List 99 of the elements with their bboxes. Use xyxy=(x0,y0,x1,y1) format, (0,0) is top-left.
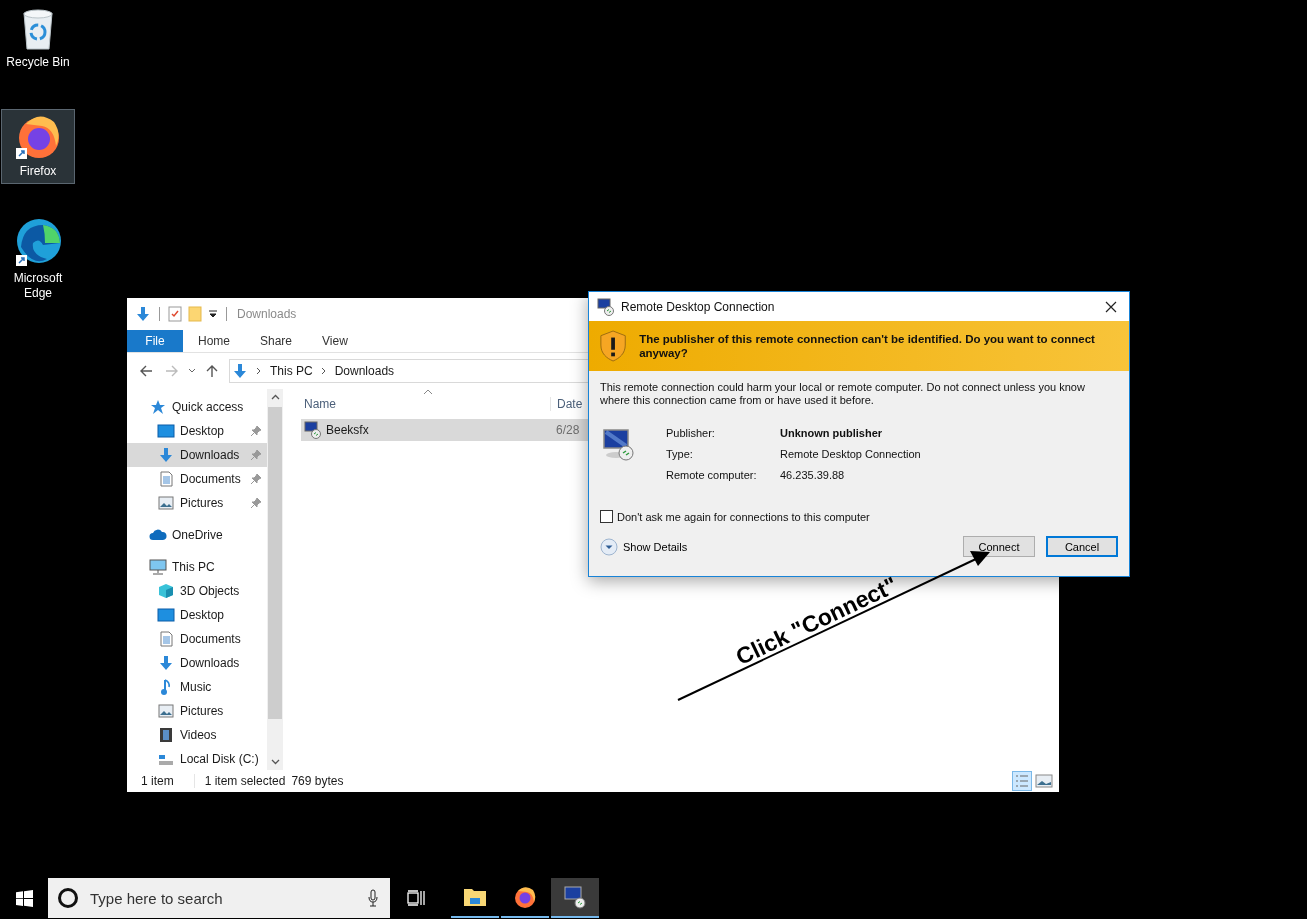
warning-message: This remote connection could harm your local or remote computer. Do not connect unless you know where this connection came from or have used it before. xyxy=(600,381,1086,407)
detail-value: Unknown publisher xyxy=(780,427,884,440)
show-details-button[interactable]: Show Details xyxy=(600,537,688,556)
dialog-button[interactable]: Cancel xyxy=(1046,536,1118,557)
nav-item[interactable]: 3D Objects xyxy=(127,579,267,603)
back-icon[interactable] xyxy=(139,364,153,378)
checkbox[interactable] xyxy=(600,510,613,523)
nav-item[interactable]: Desktop xyxy=(127,419,267,443)
remote-desktop-taskbar-button[interactable] xyxy=(551,878,599,918)
nav-item[interactable]: Quick access xyxy=(127,395,267,419)
desktop-shortcut[interactable]: Firefox xyxy=(1,109,75,184)
shortcut-label: Firefox xyxy=(19,164,57,179)
film-icon xyxy=(159,727,173,743)
search-bar[interactable]: Type here to search xyxy=(48,878,390,918)
breadcrumb-item[interactable]: Downloads xyxy=(334,364,395,378)
pin-icon xyxy=(250,425,262,437)
dropdown-icon[interactable] xyxy=(208,309,218,319)
detail-value: 46.235.39.88 xyxy=(780,469,846,482)
sort-caret-icon xyxy=(423,389,433,395)
remote-desktop-icon xyxy=(597,297,615,316)
computer-icon xyxy=(149,559,167,575)
warning-shield-icon xyxy=(599,329,628,363)
nav-item[interactable]: Downloads xyxy=(127,651,267,675)
desktop-shortcut[interactable]: Recycle Bin xyxy=(1,4,75,75)
picture-icon xyxy=(158,704,174,718)
desktop-icon xyxy=(157,608,175,622)
music-note-icon xyxy=(160,679,172,695)
nav-item[interactable]: Videos xyxy=(127,723,267,747)
nav-item[interactable]: Desktop xyxy=(127,603,267,627)
column-header[interactable]: Name xyxy=(301,397,551,411)
selection-status: 1 item selected xyxy=(204,774,286,788)
star-icon xyxy=(150,399,166,415)
picture-icon xyxy=(158,496,174,510)
firefox-icon xyxy=(513,885,537,909)
nav-item[interactable]: Pictures xyxy=(127,491,267,515)
nav-item[interactable]: OneDrive xyxy=(127,523,267,547)
recent-locations-icon[interactable] xyxy=(188,368,196,374)
start-icon[interactable] xyxy=(16,889,33,907)
selection-size: 769 bytes xyxy=(291,774,344,788)
ribbon-tab[interactable]: File xyxy=(127,330,183,352)
nav-item[interactable]: Downloads xyxy=(127,443,267,467)
edge-icon xyxy=(13,217,63,267)
pin-icon xyxy=(250,497,262,509)
pin-icon xyxy=(250,473,262,485)
cortana-icon xyxy=(57,887,79,909)
download-icon[interactable] xyxy=(135,306,151,322)
desktop-icon xyxy=(157,424,175,438)
scrollbar[interactable] xyxy=(267,389,283,770)
cube-icon xyxy=(158,583,174,599)
document-icon xyxy=(159,471,173,487)
search-input[interactable]: Type here to search xyxy=(88,888,359,908)
ribbon-tab[interactable]: Share xyxy=(245,330,308,352)
ribbon-tab[interactable]: Home xyxy=(183,330,245,352)
scroll-down-icon[interactable] xyxy=(270,759,280,765)
folder-icon xyxy=(463,887,487,907)
shortcut-label: Microsoft Edge xyxy=(12,271,64,301)
desktop-shortcut[interactable]: Microsoft Edge xyxy=(1,214,75,306)
remote-desktop-file-icon xyxy=(304,421,322,439)
column-header[interactable]: Date xyxy=(551,397,583,411)
microphone-icon[interactable] xyxy=(368,889,378,907)
download-icon xyxy=(158,655,174,671)
task-view-icon[interactable] xyxy=(407,890,425,906)
detail-value: Remote Desktop Connection xyxy=(780,448,921,461)
file-date: 6/28 xyxy=(556,423,580,437)
chevron-icon xyxy=(320,367,327,375)
nav-item[interactable]: Documents xyxy=(127,467,267,491)
pin-icon xyxy=(250,449,262,461)
detail-label: Publisher: xyxy=(666,427,716,440)
remote-desktop-icon xyxy=(563,885,587,909)
detail-label: Remote computer: xyxy=(666,469,758,482)
nav-item[interactable]: Pictures xyxy=(127,699,267,723)
up-icon[interactable] xyxy=(205,364,219,378)
breadcrumb-item[interactable]: This PC xyxy=(270,364,313,378)
ribbon-tab[interactable]: View xyxy=(307,330,363,352)
nav-item[interactable]: This PC xyxy=(127,555,267,579)
nav-item[interactable]: Music xyxy=(127,675,267,699)
chevron-down-icon xyxy=(600,537,618,556)
detail-label: Type: xyxy=(666,448,694,461)
nav-item[interactable]: Documents xyxy=(127,627,267,651)
close-icon[interactable] xyxy=(1105,300,1117,313)
file-name: Beeksfx xyxy=(326,423,370,437)
shortcut-label: Recycle Bin xyxy=(6,55,70,70)
item-count: 1 item xyxy=(141,774,174,788)
drive-icon xyxy=(158,752,174,766)
nav-item[interactable]: Local Disk (C:) xyxy=(127,747,267,771)
scroll-up-icon[interactable] xyxy=(270,394,280,400)
dialog-button[interactable]: Connect xyxy=(963,536,1035,557)
window-title: Downloads xyxy=(237,307,297,321)
checkbox-label: Don't ask me again for connections to this computer xyxy=(617,510,870,523)
download-icon xyxy=(158,447,174,463)
remote-computer-icon xyxy=(602,428,636,462)
chevron-icon xyxy=(256,367,262,375)
large-icons-view-icon[interactable] xyxy=(1035,774,1053,788)
document-icon xyxy=(159,631,173,647)
dialog-title: Remote Desktop Connection xyxy=(621,299,775,314)
properties-icon[interactable] xyxy=(168,306,182,322)
cloud-icon xyxy=(149,529,167,541)
warning-text: The publisher of this remote connection can't be identified. Do you want to connect anyway? xyxy=(639,332,1096,360)
download-icon xyxy=(232,363,248,379)
